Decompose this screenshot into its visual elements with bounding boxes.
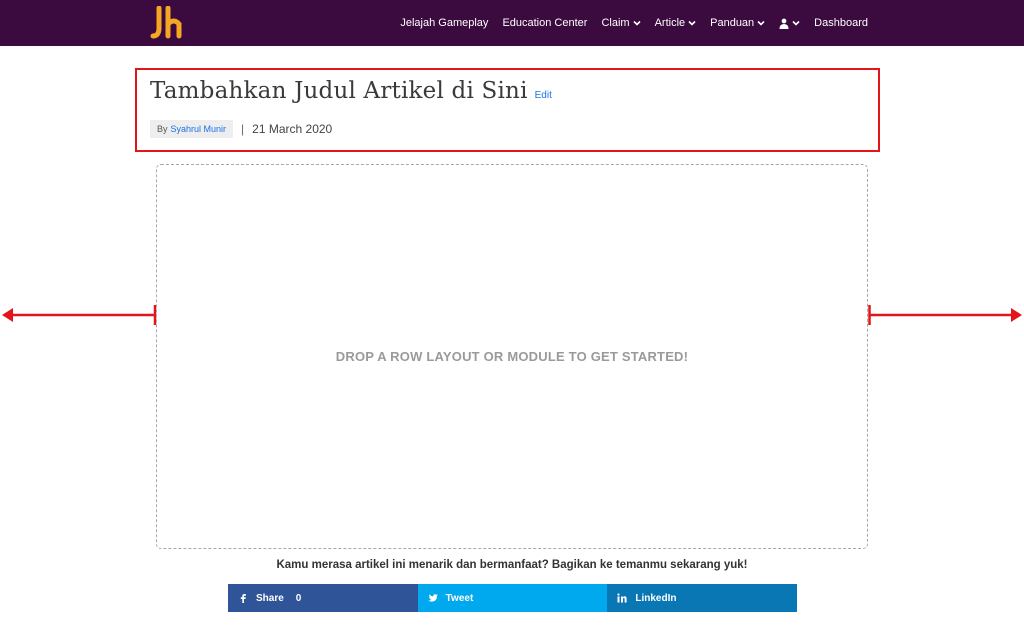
drop-zone-text: DROP A ROW LAYOUT OR MODULE TO GET START… bbox=[335, 349, 689, 364]
author-link[interactable]: Syahrul Munir bbox=[171, 124, 227, 134]
page-title[interactable]: Tambahkan Judul Artikel di Sini bbox=[150, 78, 528, 104]
meta-separator: | bbox=[241, 122, 245, 136]
main-nav: Jelajah Gameplay Education Center Claim … bbox=[400, 0, 868, 46]
nav-claim[interactable]: Claim bbox=[601, 17, 641, 29]
user-icon bbox=[779, 18, 789, 29]
nav-label: Article bbox=[654, 17, 686, 29]
chevron-down-icon bbox=[632, 20, 641, 26]
share-bar: Share 0 Tweet LinkedIn bbox=[228, 584, 798, 612]
chevron-down-icon bbox=[688, 20, 696, 26]
nav-panduan[interactable]: Panduan bbox=[710, 17, 765, 29]
chevron-down-icon bbox=[757, 20, 765, 26]
site-logo[interactable] bbox=[150, 6, 186, 40]
post-meta: By Syahrul Munir | 21 March 2020 bbox=[150, 120, 332, 138]
nav-jelajah-gameplay[interactable]: Jelajah Gameplay bbox=[400, 17, 488, 29]
nav-label: Dashboard bbox=[814, 17, 868, 29]
nav-education-center[interactable]: Education Center bbox=[502, 17, 587, 29]
linkedin-icon bbox=[617, 593, 627, 603]
linkedin-share-button[interactable]: LinkedIn bbox=[607, 584, 798, 612]
right-arrow-icon bbox=[868, 305, 1022, 325]
nav-article[interactable]: Article bbox=[655, 17, 697, 29]
nav-user-menu[interactable] bbox=[779, 18, 800, 29]
twitter-share-label: Tweet bbox=[445, 592, 474, 604]
top-navbar: Jelajah Gameplay Education Center Claim … bbox=[0, 0, 1024, 46]
facebook-icon bbox=[240, 594, 246, 603]
nav-label: Panduan bbox=[710, 17, 755, 29]
share-prompt: Kamu merasa artikel ini menarik dan berm… bbox=[276, 559, 748, 571]
facebook-share-label: Share bbox=[256, 592, 284, 604]
title-row: Tambahkan Judul Artikel di Sini Edit bbox=[150, 78, 552, 104]
left-arrow-icon bbox=[2, 305, 157, 325]
article-header-highlight: Tambahkan Judul Artikel di Sini Edit By … bbox=[135, 68, 880, 152]
linkedin-share-label: LinkedIn bbox=[635, 592, 677, 604]
chevron-down-icon bbox=[792, 20, 800, 26]
byline: By Syahrul Munir bbox=[150, 120, 234, 138]
by-label: By bbox=[157, 124, 168, 134]
post-date: 21 March 2020 bbox=[252, 122, 333, 136]
twitter-icon bbox=[427, 594, 438, 602]
nav-dashboard[interactable]: Dashboard bbox=[814, 17, 868, 29]
nav-label: Education Center bbox=[502, 17, 588, 29]
facebook-share-count: 0 bbox=[295, 592, 302, 604]
nav-label: Claim bbox=[601, 17, 630, 29]
edit-link[interactable]: Edit bbox=[535, 90, 552, 101]
facebook-share-button[interactable]: Share 0 bbox=[228, 584, 418, 612]
builder-drop-zone[interactable]: DROP A ROW LAYOUT OR MODULE TO GET START… bbox=[156, 164, 868, 549]
nav-label: Jelajah Gameplay bbox=[400, 17, 489, 29]
twitter-share-button[interactable]: Tweet bbox=[417, 584, 608, 612]
